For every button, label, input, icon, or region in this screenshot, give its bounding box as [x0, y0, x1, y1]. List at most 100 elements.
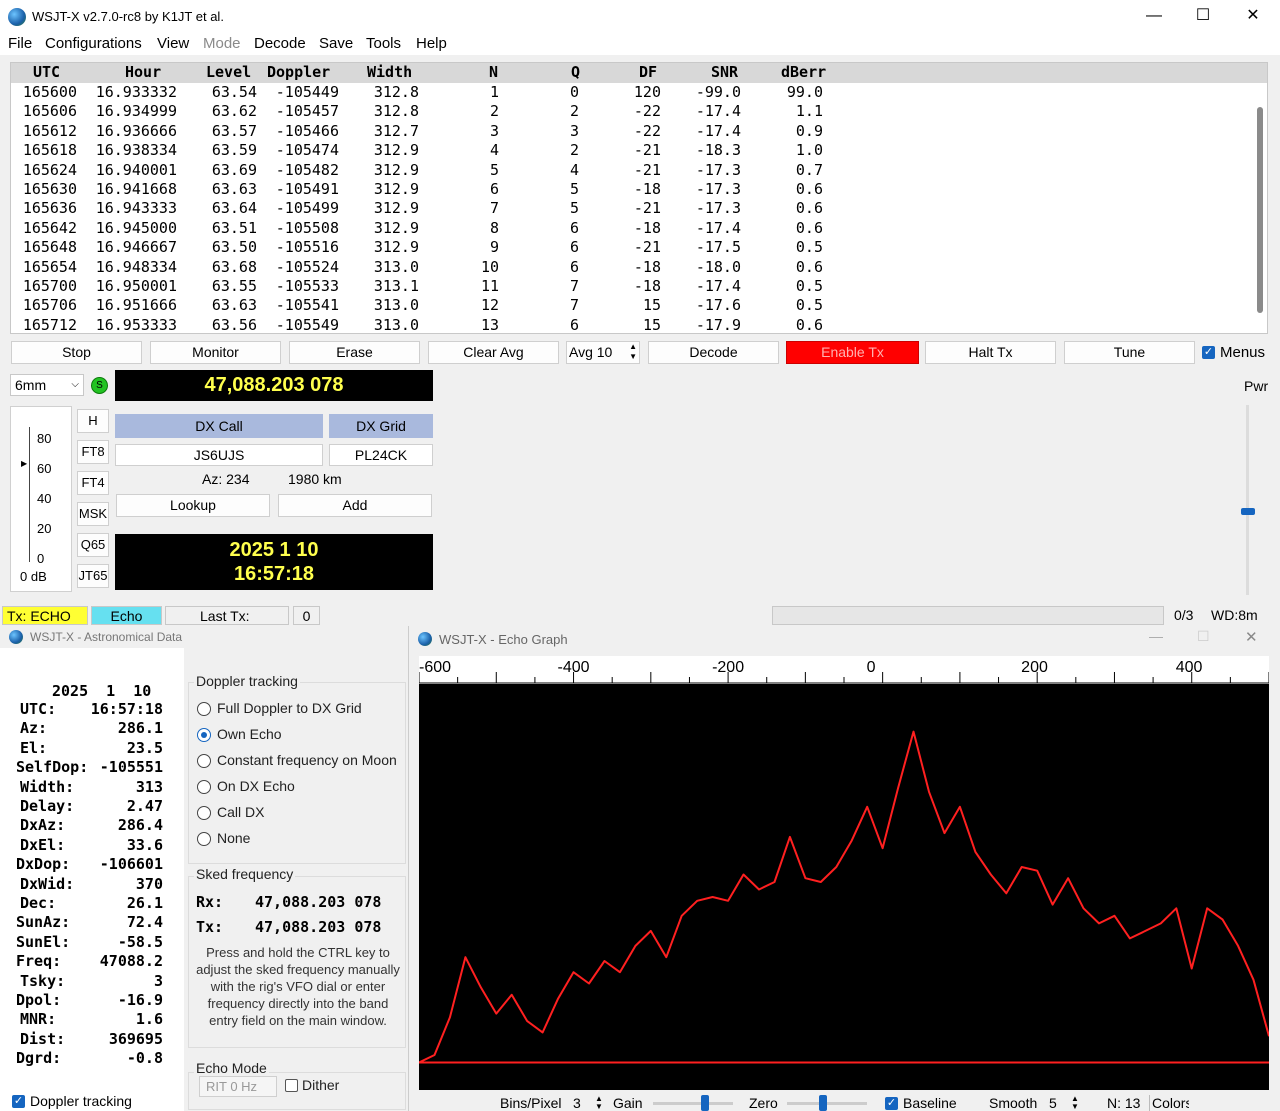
spin-arrows-icon[interactable]: ▲ ▼	[1071, 1095, 1079, 1111]
mode-ft8-button[interactable]: FT8	[77, 440, 109, 464]
column-header[interactable]: Width	[367, 63, 412, 81]
table-row[interactable]: 165712 16.953333 63.56 -105549 313.0 13 6 15 -17…	[11, 316, 1251, 335]
stop-button[interactable]: Stop	[11, 341, 142, 364]
table-cell: 6	[569, 257, 579, 276]
table-cell: 9	[489, 238, 499, 257]
table-row[interactable]: 165630 16.941668 63.63 -105491 312.9 6 5 -18 -17…	[11, 180, 1251, 199]
table-cell: 5	[569, 199, 579, 218]
bins-pixel-value[interactable]: 3	[573, 1095, 581, 1111]
clear-avg-button[interactable]: Clear Avg	[428, 341, 559, 364]
table-row[interactable]: 165618 16.938334 63.59 -105474 312.9 4 2 -21 -18…	[11, 141, 1251, 160]
monitor-button[interactable]: Monitor	[150, 341, 281, 364]
menu-mode[interactable]: Mode	[203, 35, 241, 52]
mode-ft4-button[interactable]: FT4	[77, 471, 109, 495]
doppler-radio[interactable]	[197, 780, 211, 794]
column-header[interactable]: DF	[639, 63, 657, 81]
echo-spectrum-plot[interactable]	[419, 684, 1269, 1090]
minimize-icon[interactable]: —	[1149, 628, 1163, 644]
dx-grid-field[interactable]: PL24CK	[329, 444, 433, 466]
mode-q65-button[interactable]: Q65	[77, 533, 109, 557]
smooth-value[interactable]: 5	[1049, 1095, 1057, 1111]
menu-file[interactable]: File	[8, 35, 32, 52]
menu-view[interactable]: View	[157, 35, 189, 52]
mode-msk-button[interactable]: MSK	[77, 502, 109, 526]
table-row[interactable]: 165612 16.936666 63.57 -105466 312.7 3 3 -22 -17…	[11, 122, 1251, 141]
zero-slider-thumb[interactable]	[819, 1095, 827, 1111]
doppler-radio[interactable]	[197, 806, 211, 820]
table-scrollbar[interactable]	[1257, 107, 1263, 313]
table-cell: 165706	[22, 296, 77, 315]
astro-value: 33.6	[126, 835, 163, 854]
doppler-radio[interactable]	[197, 702, 211, 716]
colors-button[interactable]: Colors	[1149, 1095, 1189, 1111]
column-header[interactable]: Doppler	[267, 63, 330, 81]
menu-help[interactable]: Help	[416, 35, 447, 52]
menu-configurations[interactable]: Configurations	[45, 35, 142, 52]
table-row[interactable]: 165606 16.934999 63.62 -105457 312.8 2 2 -22 -17…	[11, 102, 1251, 121]
table-row[interactable]: 165642 16.945000 63.51 -105508 312.9 8 6 -18 -17…	[11, 219, 1251, 238]
band-select[interactable]: 6mm ⌵	[10, 374, 84, 396]
spin-arrows-icon[interactable]: ▲ ▼	[629, 342, 637, 362]
tune-button[interactable]: Tune	[1064, 341, 1195, 364]
doppler-radio[interactable]	[197, 754, 211, 768]
erase-button[interactable]: Erase	[289, 341, 420, 364]
power-slider[interactable]	[1246, 405, 1249, 595]
table-row[interactable]: 165648 16.946667 63.50 -105516 312.9 9 6 -21 -17…	[11, 238, 1251, 257]
table-row[interactable]: 165636 16.943333 63.64 -105499 312.9 7 5 -21 -17…	[11, 199, 1251, 218]
zero-slider[interactable]	[787, 1102, 867, 1105]
mode-jt65-button[interactable]: JT65	[77, 564, 109, 588]
table-cell: 5	[569, 180, 579, 198]
close-icon[interactable]: ✕	[1242, 6, 1264, 26]
lookup-button[interactable]: Lookup	[116, 494, 270, 517]
dither-checkbox[interactable]	[285, 1079, 298, 1092]
mode-h-button[interactable]: H	[77, 409, 109, 433]
doppler-tracking-checkbox[interactable]: ✓	[12, 1095, 25, 1108]
maximize-icon[interactable]: ☐	[1197, 628, 1210, 645]
table-row[interactable]: 165624 16.940001 63.69 -105482 312.9 5 4 -21 -17…	[11, 161, 1251, 180]
column-header[interactable]: Q	[571, 63, 580, 81]
menu-tools[interactable]: Tools	[366, 35, 401, 52]
column-header[interactable]: UTC	[33, 63, 60, 81]
menu-save[interactable]: Save	[319, 35, 353, 52]
rit-spinbox[interactable]: RIT 0 Hz	[199, 1076, 277, 1097]
column-header[interactable]: Hour	[125, 63, 161, 81]
doppler-radio-label: Full Doppler to DX Grid	[217, 700, 362, 716]
close-icon[interactable]: ✕	[1245, 628, 1258, 646]
table-cell: 16.945000	[95, 218, 177, 237]
power-slider-thumb[interactable]	[1241, 508, 1255, 515]
table-cell: 0.6	[795, 180, 823, 198]
halt-tx-button[interactable]: Halt Tx	[925, 341, 1056, 364]
column-header[interactable]: N	[489, 63, 498, 81]
gain-slider-thumb[interactable]	[701, 1095, 709, 1111]
table-header: UTC Hour Level Doppler Width N Q DF SNR dBerr	[11, 63, 1267, 83]
scale-tick-label: -600	[419, 659, 451, 676]
average-count: N: 13	[1107, 1095, 1141, 1111]
add-button[interactable]: Add	[278, 494, 432, 517]
menu-decode[interactable]: Decode	[254, 35, 306, 52]
avg-spinbox[interactable]: Avg 10 ▲ ▼	[566, 341, 640, 364]
echo-results-table[interactable]: UTC Hour Level Doppler Width N Q DF SNR dBerr 165…	[10, 62, 1268, 334]
decode-button[interactable]: Decode	[648, 341, 779, 364]
table-row[interactable]: 165700 16.950001 63.55 -105533 313.1 11 7 -18 -1…	[11, 277, 1251, 296]
astro-label: DxDop:	[16, 855, 71, 874]
s-meter-indicator[interactable]: S	[91, 377, 108, 394]
column-header[interactable]: Level	[206, 63, 251, 81]
table-row[interactable]: 165654 16.948334 63.68 -105524 313.0 10 6 -18 -1…	[11, 258, 1251, 277]
meter-tick-0: 0	[37, 551, 45, 566]
table-row[interactable]: 165600 16.933332 63.54 -105449 312.8 1 0 120 -99…	[11, 83, 1251, 102]
doppler-radio[interactable]	[197, 728, 211, 742]
baseline-checkbox[interactable]: ✓	[885, 1097, 898, 1110]
column-header[interactable]: dBerr	[781, 63, 826, 81]
echo-graph-window: WSJT-X - Echo Graph — ☐ ✕ -600 -400 -200 0 2…	[408, 626, 1280, 1111]
dx-call-field[interactable]: JS6UJS	[115, 444, 323, 466]
menus-checkbox[interactable]: ✓	[1202, 346, 1215, 359]
spin-arrows-icon[interactable]: ▲ ▼	[595, 1095, 603, 1111]
table-cell: -17.4	[695, 102, 741, 121]
table-row[interactable]: 165706 16.951666 63.63 -105541 313.0 12 7 15 -17…	[11, 296, 1251, 315]
minimize-icon[interactable]: —	[1143, 6, 1165, 26]
doppler-radio[interactable]	[197, 832, 211, 846]
column-header[interactable]: SNR	[711, 63, 738, 81]
maximize-icon[interactable]: ☐	[1192, 6, 1214, 26]
enable-tx-button[interactable]: Enable Tx	[786, 341, 919, 364]
gain-slider[interactable]	[653, 1102, 733, 1105]
